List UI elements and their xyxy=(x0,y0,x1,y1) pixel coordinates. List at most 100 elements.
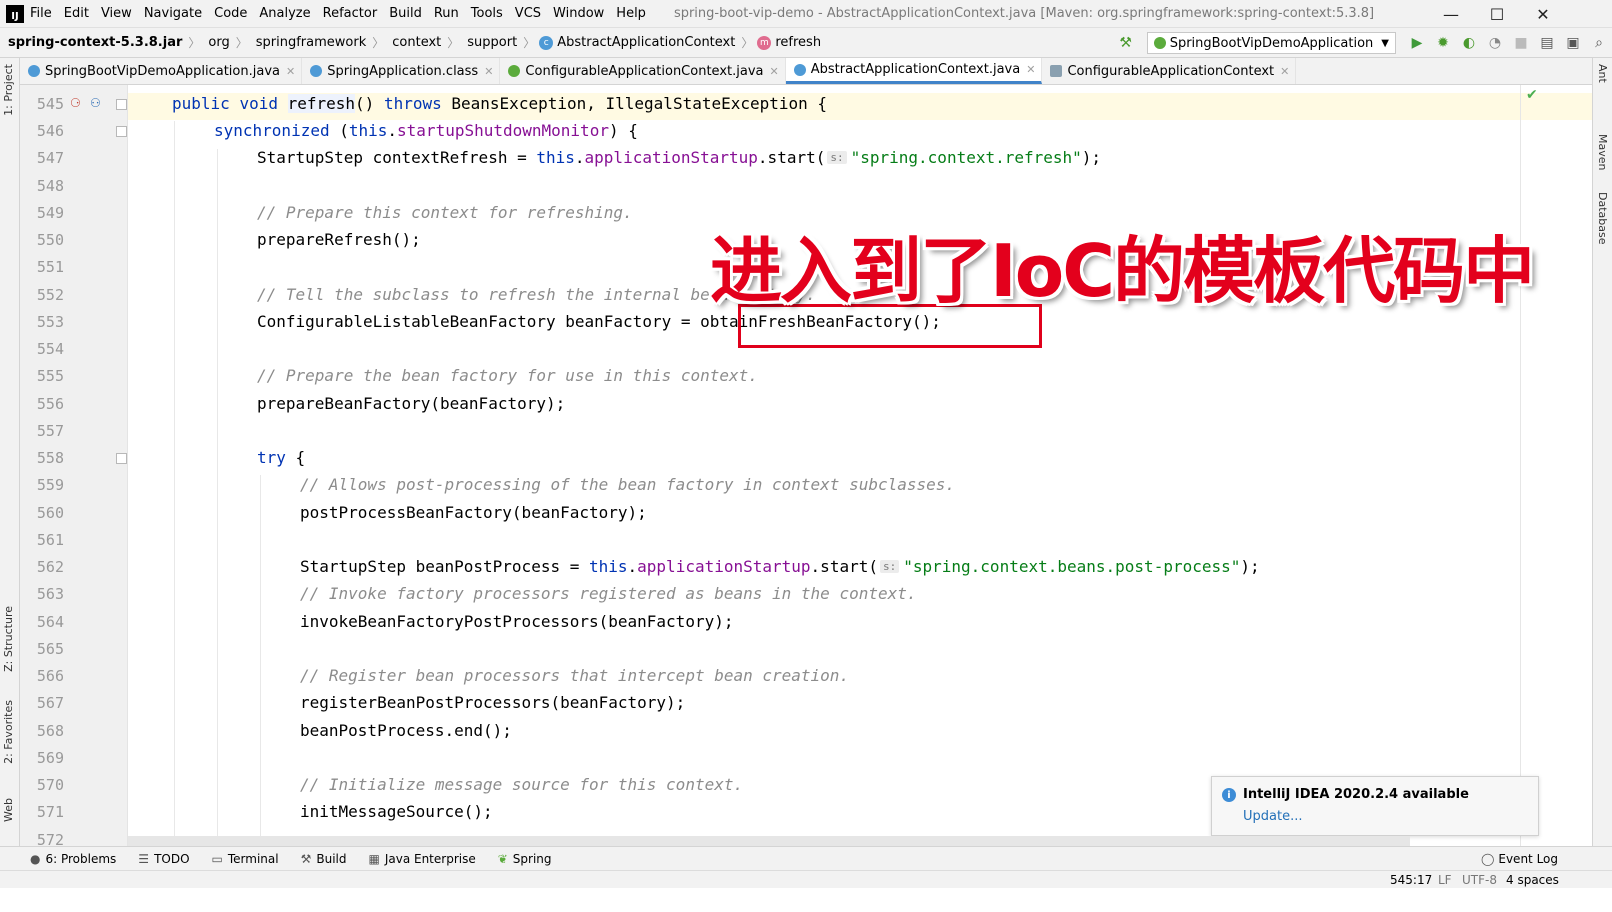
line-number: 563 xyxy=(36,585,64,603)
code-line-546: synchronized (this.startupShutdownMonito… xyxy=(214,121,638,140)
project-structure-icon[interactable]: ▤ xyxy=(1534,28,1560,58)
build-tool-button[interactable]: ⚒ Build xyxy=(301,852,347,866)
breadcrumb-method[interactable]: refresh xyxy=(775,35,821,50)
tab-label: AbstractApplicationContext.java xyxy=(810,62,1021,77)
bottom-tool-bar: ● 6: Problems ☰ TODO ▭ Terminal ⚒ Build ▦ Jav… xyxy=(0,846,1612,870)
close-icon[interactable]: ✕ xyxy=(286,65,295,78)
web-tool-button[interactable]: Web xyxy=(2,798,15,822)
favorites-tool-button[interactable]: 2: Favorites xyxy=(2,700,15,764)
menu-view[interactable]: View xyxy=(95,6,138,21)
close-icon[interactable]: ✕ xyxy=(484,65,493,78)
update-link[interactable]: Update... xyxy=(1243,809,1302,824)
file-encoding[interactable]: UTF-8 xyxy=(1462,873,1497,887)
breadcrumb-class[interactable]: AbstractApplicationContext xyxy=(557,35,735,50)
menu-run[interactable]: Run xyxy=(428,6,465,21)
code-line-571: initMessageSource(); xyxy=(300,802,493,821)
update-notification[interactable]: i IntelliJ IDEA 2020.2.4 available Updat… xyxy=(1211,776,1539,836)
coverage-icon[interactable]: ◐ xyxy=(1456,28,1482,58)
intellij-logo-icon: IJ xyxy=(6,4,24,23)
breadcrumb-context[interactable]: context xyxy=(388,35,441,50)
layout-icon[interactable]: ▣ xyxy=(1560,28,1586,58)
menu-window[interactable]: Window xyxy=(547,6,610,21)
abstract-class-icon xyxy=(793,63,806,76)
run-configuration-selector[interactable]: SpringBootVipDemoApplication ▼ xyxy=(1146,32,1396,54)
fold-marker-icon[interactable] xyxy=(116,126,127,137)
line-number: 545 xyxy=(36,95,64,113)
line-separator[interactable]: LF xyxy=(1438,873,1452,887)
line-number: 551 xyxy=(36,258,64,276)
breadcrumb-separator: 〉 xyxy=(235,36,248,50)
breadcrumb-jar[interactable]: spring-context-5.3.8.jar xyxy=(0,35,182,50)
tab-label: ConfigurableApplicationContext.java xyxy=(525,63,764,79)
build-hammer-icon[interactable]: ⚒ xyxy=(1113,28,1139,58)
line-number: 562 xyxy=(36,558,64,576)
menu-build[interactable]: Build xyxy=(383,6,428,21)
code-line-568: beanPostProcess.end(); xyxy=(300,721,512,740)
close-icon[interactable]: ✕ xyxy=(769,65,778,78)
code-area[interactable]: public void refresh() throws BeansExcept… xyxy=(128,85,1592,864)
menu-help[interactable]: Help xyxy=(610,6,652,21)
profile-icon[interactable]: ◔ xyxy=(1482,28,1508,58)
fold-marker-icon[interactable] xyxy=(116,453,127,464)
run-icon[interactable]: ▶ xyxy=(1404,28,1430,58)
editor-gutter: 545 546 547 548 549 550 551 552 553 554 … xyxy=(20,85,128,864)
menu-tools[interactable]: Tools xyxy=(465,6,509,21)
breadcrumb-springframework[interactable]: springframework xyxy=(252,35,366,50)
ant-tool-button[interactable]: Ant xyxy=(1596,64,1609,83)
stop-icon[interactable]: ■ xyxy=(1508,28,1534,58)
code-editor[interactable]: 545 546 547 548 549 550 551 552 553 554 … xyxy=(20,85,1592,864)
maven-tool-button[interactable]: Maven xyxy=(1596,134,1609,170)
indent-setting[interactable]: 4 spaces xyxy=(1506,873,1559,887)
line-number: 560 xyxy=(36,504,64,522)
menu-file[interactable]: File xyxy=(24,6,58,21)
indent-guide xyxy=(217,149,218,864)
code-line-560: postProcessBeanFactory(beanFactory); xyxy=(300,503,647,522)
horizontal-scrollbar[interactable] xyxy=(128,836,1410,846)
debug-icon[interactable]: ✹ xyxy=(1430,28,1456,58)
right-margin-guide xyxy=(1520,85,1521,864)
code-line-547: StartupStep contextRefresh = this.applic… xyxy=(257,148,1102,167)
caret-position[interactable]: 545:17 xyxy=(1390,873,1432,887)
hammer-icon: ⚒ xyxy=(300,851,312,866)
close-icon[interactable]: ✕ xyxy=(1280,65,1289,78)
event-log-button[interactable]: ◯ Event Log xyxy=(1481,847,1558,871)
indent-guide xyxy=(174,121,175,864)
database-tool-button[interactable]: Database xyxy=(1596,192,1609,245)
menu-code[interactable]: Code xyxy=(208,6,253,21)
structure-tool-button[interactable]: Z: Structure xyxy=(2,606,15,672)
menu-edit[interactable]: Edit xyxy=(58,6,95,21)
breadcrumb-separator: 〉 xyxy=(372,36,385,50)
fold-marker-icon[interactable] xyxy=(116,99,127,110)
todo-tool-button[interactable]: ☰ TODO xyxy=(138,852,189,866)
project-tool-button[interactable]: 1: Project xyxy=(2,64,15,116)
problems-tool-button[interactable]: ● 6: Problems xyxy=(30,852,116,866)
line-number: 566 xyxy=(36,667,64,685)
tab-springbootvipdemoapplication[interactable]: SpringBootVipDemoApplication.java ✕ xyxy=(20,58,303,84)
line-number: 555 xyxy=(36,367,64,385)
close-window-button[interactable]: ✕ xyxy=(1520,0,1566,28)
tab-configurableapplicationcontext-java[interactable]: ConfigurableApplicationContext.java ✕ xyxy=(500,58,786,84)
breadcrumb-separator: 〉 xyxy=(188,36,201,50)
maximize-button[interactable]: ☐ xyxy=(1474,0,1520,28)
menu-vcs[interactable]: VCS xyxy=(509,6,547,21)
java-enterprise-tool-button[interactable]: ▦ Java Enterprise xyxy=(368,852,475,866)
inspection-ok-icon[interactable]: ✔ xyxy=(1526,87,1538,103)
menu-navigate[interactable]: Navigate xyxy=(138,6,208,21)
run-configuration-label: SpringBootVipDemoApplication xyxy=(1169,35,1374,51)
menu-refactor[interactable]: Refactor xyxy=(317,6,384,21)
terminal-tool-button[interactable]: ▭ Terminal xyxy=(212,852,279,866)
spring-tool-button[interactable]: ❦ Spring xyxy=(498,852,552,866)
tab-configurableapplicationcontext-diagram[interactable]: ConfigurableApplicationContext ✕ xyxy=(1042,58,1297,84)
implemented-method-icon[interactable]: ⚇ xyxy=(90,96,101,110)
tab-springapplication-class[interactable]: SpringApplication.class ✕ xyxy=(302,58,501,84)
breadcrumb-support[interactable]: support xyxy=(463,35,517,50)
tab-label: ConfigurableApplicationContext xyxy=(1067,63,1275,79)
overrides-method-icon[interactable]: ⚆ xyxy=(70,96,81,110)
minimize-button[interactable]: — xyxy=(1428,0,1474,28)
spring-leaf-icon: ❦ xyxy=(497,851,508,866)
menu-analyze[interactable]: Analyze xyxy=(253,6,316,21)
close-icon[interactable]: ✕ xyxy=(1026,63,1035,76)
breadcrumb-org[interactable]: org xyxy=(204,35,229,50)
tab-abstractapplicationcontext-java[interactable]: AbstractApplicationContext.java ✕ xyxy=(785,58,1043,84)
search-icon[interactable]: ⌕ xyxy=(1586,28,1612,58)
